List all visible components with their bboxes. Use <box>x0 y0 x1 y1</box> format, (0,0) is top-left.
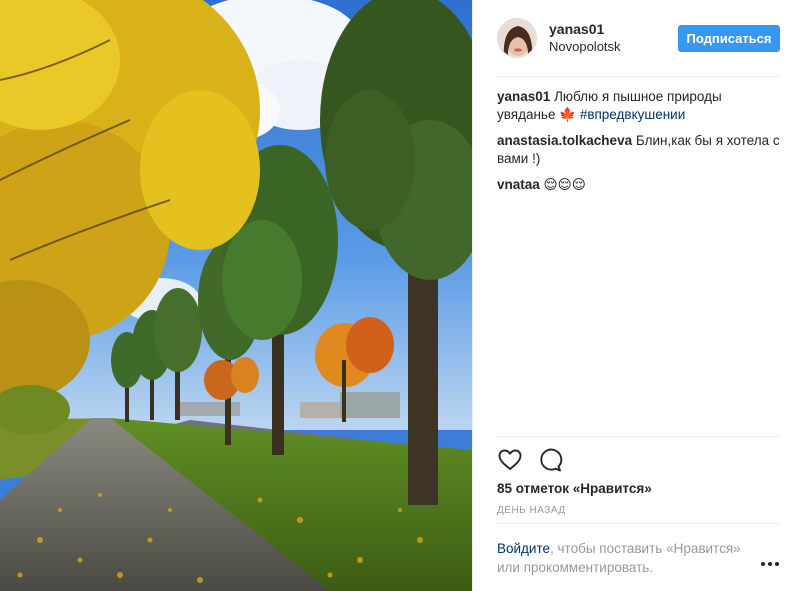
comment-item: anastasia.tolkacheva Блин,как бы я хотел… <box>497 132 781 168</box>
login-link[interactable]: Войдите <box>497 541 550 556</box>
avatar[interactable] <box>497 18 537 58</box>
post-header: yanas01 Novopolotsk Подписаться <box>473 0 800 76</box>
comment-icon[interactable] <box>537 447 563 473</box>
comment-author[interactable]: vnataa <box>497 177 540 192</box>
comment-item: vnataa 😌😌😌 <box>497 176 781 194</box>
post-location[interactable]: Novopolotsk <box>549 38 621 56</box>
dot <box>768 562 772 566</box>
more-options-icon[interactable] <box>759 556 781 572</box>
dot <box>761 562 765 566</box>
post-side-panel: yanas01 Novopolotsk Подписаться yanas01 … <box>472 0 800 591</box>
comment-author[interactable]: anastasia.tolkacheva <box>497 133 632 148</box>
dot <box>775 562 779 566</box>
user-info: yanas01 Novopolotsk <box>549 20 621 56</box>
caption-hashtag[interactable]: #впредвкушении <box>580 107 685 122</box>
likes-count[interactable]: 85 отметок «Нравится» <box>497 481 652 496</box>
login-prompt: Войдите, чтобы поставить «Нравится» или … <box>497 539 747 577</box>
instagram-post: yanas01 Novopolotsk Подписаться yanas01 … <box>0 0 800 591</box>
maple-leaf-icon: 🍁 <box>559 107 577 122</box>
post-photo[interactable] <box>0 0 472 591</box>
caption-author[interactable]: yanas01 <box>497 89 550 104</box>
heart-icon[interactable] <box>497 447 523 473</box>
comment-text: 😌😌😌 <box>543 177 586 192</box>
header-divider <box>497 76 779 77</box>
caption: yanas01 Люблю я пышное природы увяданье … <box>497 88 781 124</box>
author-username[interactable]: yanas01 <box>549 20 621 38</box>
login-divider <box>497 523 779 524</box>
post-actions <box>497 447 577 473</box>
avatar-image <box>498 19 536 57</box>
autumn-alley-photo <box>0 0 472 591</box>
actions-divider <box>497 436 779 437</box>
post-timestamp: день назад <box>497 505 566 516</box>
comments-list: yanas01 Люблю я пышное природы увяданье … <box>497 88 781 202</box>
follow-button[interactable]: Подписаться <box>678 25 780 52</box>
